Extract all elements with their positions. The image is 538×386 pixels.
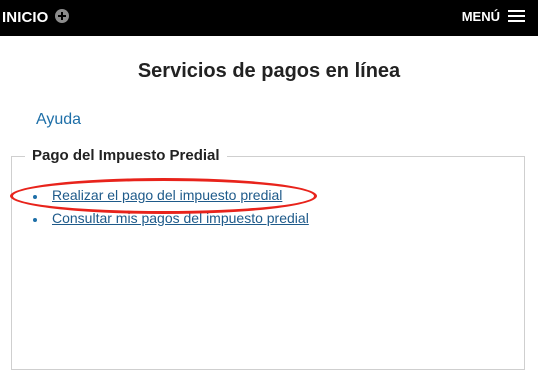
home-label: INICIO xyxy=(2,9,49,26)
plus-circle-icon[interactable] xyxy=(55,8,70,23)
menu-label: MENÚ xyxy=(461,9,500,24)
list-item: Consultar mis pagos del impuesto predial xyxy=(32,210,309,233)
predial-tax-section: Pago del Impuesto Predial Realizar el pa… xyxy=(11,147,525,370)
view-payments-link[interactable]: Consultar mis pagos del impuesto predial xyxy=(52,210,309,226)
help-link[interactable]: Ayuda xyxy=(36,111,81,129)
menu-button[interactable]: MENÚ xyxy=(462,9,525,24)
make-payment-link[interactable]: Realizar el pago del impuesto predial xyxy=(52,187,282,203)
hamburger-icon[interactable] xyxy=(508,10,525,23)
section-legend: Pago del Impuesto Predial xyxy=(25,147,227,164)
top-navigation-bar: INICIO MENÚ xyxy=(0,0,538,36)
page-title: Servicios de pagos en línea xyxy=(137,60,401,82)
list-item: Realizar el pago del impuesto predial xyxy=(32,187,309,210)
home-button[interactable]: INICIO xyxy=(2,8,70,26)
payment-links-list: Realizar el pago del impuesto predial Co… xyxy=(32,187,309,233)
